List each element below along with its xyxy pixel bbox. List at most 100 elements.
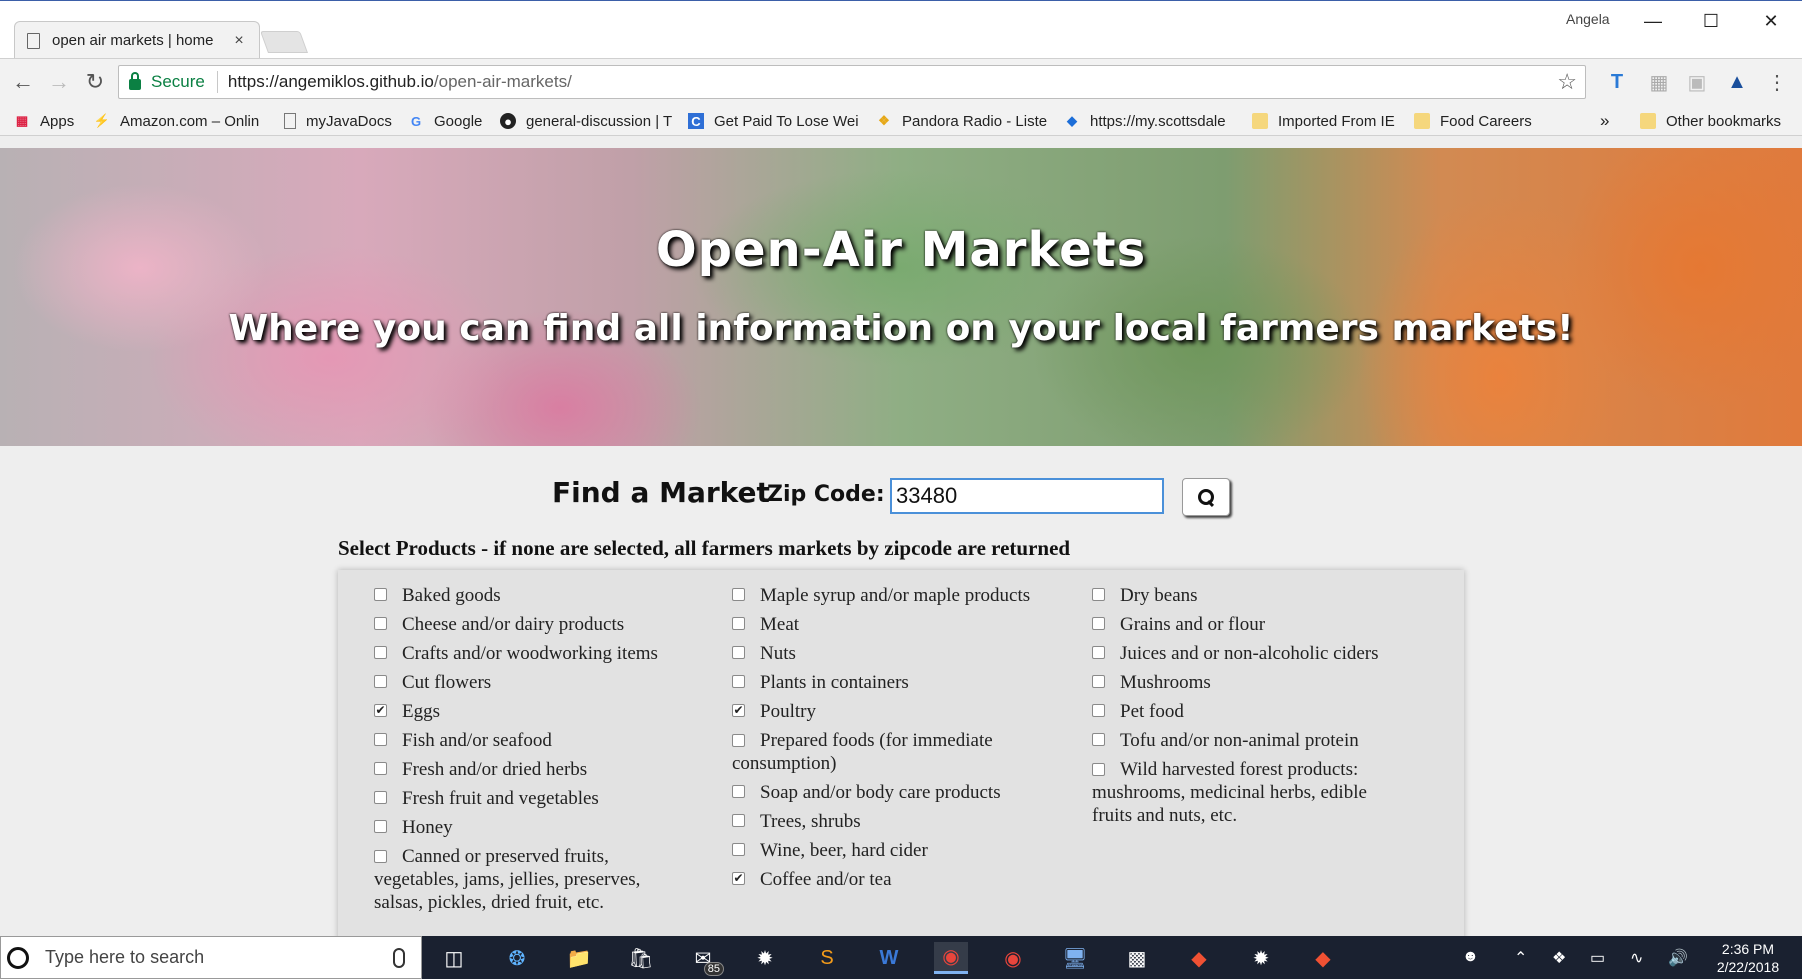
product-option[interactable]: Baked goods xyxy=(374,584,674,607)
terminal-icon[interactable]: ▩ xyxy=(1120,942,1154,974)
product-option[interactable]: Mushrooms xyxy=(1092,671,1402,694)
chrome-icon[interactable]: ◉ xyxy=(934,942,968,974)
product-option[interactable]: Juices and or non-alcoholic ciders xyxy=(1092,642,1402,665)
checkbox[interactable] xyxy=(374,646,387,659)
edge-browser-icon[interactable]: ❂ xyxy=(500,942,534,974)
checkbox[interactable] xyxy=(732,843,745,856)
product-option[interactable]: Canned or preserved fruits, vegetables, … xyxy=(374,845,674,914)
checkbox[interactable] xyxy=(732,814,745,827)
checkbox[interactable] xyxy=(1092,733,1105,746)
product-option[interactable]: Plants in containers xyxy=(732,671,1052,694)
bookmark-get-paid[interactable]: C Get Paid To Lose Wei xyxy=(688,110,860,132)
chrome-app-icon[interactable]: ◉ xyxy=(996,942,1030,974)
checkbox[interactable] xyxy=(1092,617,1105,630)
bookmark-imported-from-ie[interactable]: Imported From IE xyxy=(1252,110,1395,132)
checkbox[interactable] xyxy=(732,588,745,601)
product-option[interactable]: ✔ Coffee and/or tea xyxy=(732,868,1052,891)
checkbox[interactable] xyxy=(374,675,387,688)
remote-desktop-icon[interactable]: 🖥 xyxy=(1058,942,1092,974)
checkbox[interactable] xyxy=(1092,646,1105,659)
checkbox[interactable] xyxy=(374,733,387,746)
dropbox-icon[interactable]: ❖ xyxy=(1552,948,1566,968)
back-icon[interactable]: ← xyxy=(8,67,38,97)
bookmark-apps[interactable]: ▦ Apps xyxy=(14,110,74,132)
wifi-icon[interactable]: ∿ xyxy=(1630,948,1643,968)
extension-cast-icon[interactable]: ▣ xyxy=(1684,69,1710,95)
checkbox[interactable] xyxy=(374,820,387,833)
checkbox[interactable] xyxy=(732,785,745,798)
product-option[interactable]: Grains and or flour xyxy=(1092,613,1402,636)
checkbox[interactable] xyxy=(374,762,387,775)
bookmark-myjavadocs[interactable]: myJavaDocs xyxy=(284,110,392,132)
checkbox[interactable] xyxy=(732,646,745,659)
product-option[interactable]: Cut flowers xyxy=(374,671,674,694)
new-tab-button[interactable] xyxy=(259,31,309,53)
close-window-button[interactable]: ✕ xyxy=(1748,5,1794,37)
product-option[interactable]: Fresh and/or dried herbs xyxy=(374,758,674,781)
product-option[interactable]: Maple syrup and/or maple products xyxy=(732,584,1052,607)
volume-icon[interactable]: 🔊 xyxy=(1668,948,1688,968)
bookmark-food-careers[interactable]: Food Careers xyxy=(1414,110,1532,132)
mail-icon[interactable]: ✉ 85 xyxy=(686,942,724,976)
bookmarks-overflow-button[interactable]: » xyxy=(1600,110,1609,132)
checkbox[interactable] xyxy=(374,588,387,601)
extension-drive-icon[interactable]: ▲ xyxy=(1724,69,1750,95)
product-option[interactable]: Meat xyxy=(732,613,1052,636)
checkbox-checked[interactable]: ✔ xyxy=(374,704,387,717)
product-option[interactable]: Honey xyxy=(374,816,674,839)
store-icon[interactable]: 🛍 xyxy=(624,942,658,974)
product-option[interactable]: Soap and/or body care products xyxy=(732,781,1052,804)
minimize-button[interactable]: — xyxy=(1630,5,1676,37)
product-option[interactable]: Wine, beer, hard cider xyxy=(732,839,1052,862)
extension-pdf-icon[interactable]: ▦ xyxy=(1646,69,1672,95)
product-option[interactable]: Trees, shrubs xyxy=(732,810,1052,833)
product-option[interactable]: Dry beans xyxy=(1092,584,1402,607)
tray-chevron-icon[interactable]: ⌃ xyxy=(1514,948,1527,968)
menu-icon[interactable]: ⋮ xyxy=(1764,69,1790,95)
checkbox[interactable] xyxy=(374,617,387,630)
product-option[interactable]: Fish and/or seafood xyxy=(374,729,674,752)
checkbox[interactable] xyxy=(1092,588,1105,601)
other-bookmarks[interactable]: Other bookmarks xyxy=(1640,110,1781,132)
task-view-icon[interactable]: ◫ xyxy=(437,942,471,974)
checkbox[interactable] xyxy=(732,617,745,630)
bookmark-pandora[interactable]: ❖ Pandora Radio - Liste xyxy=(876,110,1048,132)
tab-close-button[interactable]: × xyxy=(231,32,247,50)
product-option[interactable]: ✔ Eggs xyxy=(374,700,674,723)
zip-code-input[interactable] xyxy=(890,478,1164,514)
word-icon[interactable]: W xyxy=(872,942,906,974)
microphone-icon[interactable] xyxy=(393,947,405,968)
forward-icon[interactable]: → xyxy=(44,67,74,97)
sublime-text-icon[interactable]: S xyxy=(810,942,844,974)
product-option[interactable]: Cheese and/or dairy products xyxy=(374,613,674,636)
maximize-button[interactable]: ☐ xyxy=(1688,5,1734,37)
checkbox-checked[interactable]: ✔ xyxy=(732,872,745,885)
profile-name[interactable]: Angela xyxy=(1566,11,1610,27)
product-option[interactable]: ✔ Poultry xyxy=(732,700,1052,723)
bookmark-amazon[interactable]: ⚡ Amazon.com – Onlin xyxy=(94,110,264,132)
slack-icon-2[interactable]: ✹ xyxy=(1244,942,1278,974)
reload-icon[interactable]: ↻ xyxy=(80,67,110,97)
product-option[interactable]: Fresh fruit and vegetables xyxy=(374,787,674,810)
cortana-icon[interactable] xyxy=(7,946,29,969)
product-option[interactable]: Wild harvested forest products: mushroom… xyxy=(1092,758,1402,827)
search-button[interactable] xyxy=(1182,478,1230,516)
product-option[interactable]: Crafts and/or woodworking items xyxy=(374,642,674,665)
checkbox[interactable] xyxy=(374,850,387,863)
bookmark-star-icon[interactable]: ☆ xyxy=(1557,69,1577,95)
people-icon[interactable]: ☻ xyxy=(1462,948,1479,966)
battery-icon[interactable]: ▭ xyxy=(1590,948,1605,968)
checkbox-checked[interactable]: ✔ xyxy=(732,704,745,717)
product-option[interactable]: Tofu and/or non-animal protein xyxy=(1092,729,1402,752)
product-option[interactable]: Pet food xyxy=(1092,700,1402,723)
checkbox[interactable] xyxy=(1092,704,1105,717)
checkbox[interactable] xyxy=(1092,675,1105,688)
checkbox[interactable] xyxy=(1092,763,1105,776)
checkbox[interactable] xyxy=(732,675,745,688)
checkbox[interactable] xyxy=(374,791,387,804)
file-explorer-icon[interactable]: 📁 xyxy=(562,942,596,974)
bookmark-scottsdale[interactable]: ◆ https://my.scottsdale xyxy=(1064,110,1236,132)
checkbox[interactable] xyxy=(732,734,745,747)
browser-tab[interactable]: open air markets | home × xyxy=(14,21,260,59)
product-option[interactable]: Nuts xyxy=(732,642,1052,665)
